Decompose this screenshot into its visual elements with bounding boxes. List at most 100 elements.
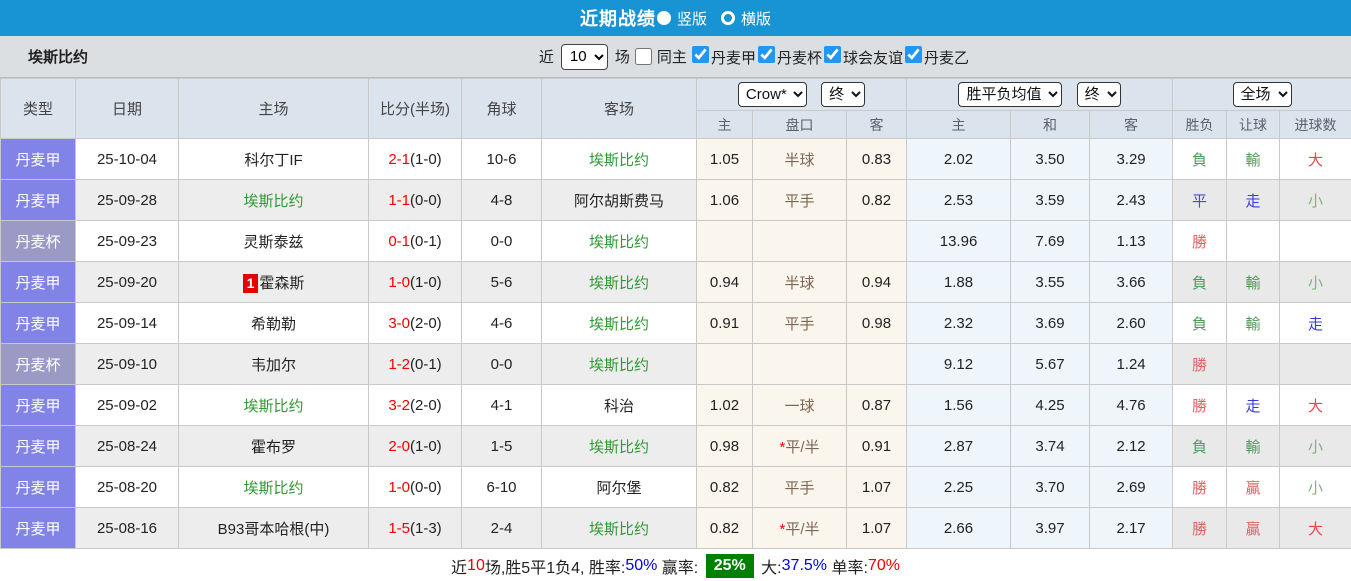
results-table: 类型 日期 主场 比分(半场) 角球 客场 Crow* 终 胜平负均值 终 全场 [0,78,1351,549]
handicap-result-cell: 走 [1226,384,1281,426]
league-type-cell: 丹麦甲 [0,425,76,467]
recent-label: 近 [538,49,554,66]
league-checkbox[interactable] [691,45,709,63]
summary-segment: 场,胜5平1负4, 胜率: [484,559,626,577]
summary-segment: 大: [756,559,782,577]
vertical-layout-label[interactable]: 竖版 [677,8,707,29]
halftime-score: (2-0) [410,396,442,414]
table-row: 丹麦甲 25-09-20 1 霍森斯 1-0(1-0) 5-6 埃斯比约 0.94… [0,261,1351,303]
odds-away-cell: 1.07 [845,507,908,549]
corner-cell: 4-6 [461,302,542,344]
avg-type-select[interactable]: 胜平负均值 [958,82,1063,107]
goals-result-cell: 大 [1279,384,1351,426]
handicap-text: 平手 [784,192,815,210]
avg-group-header: 胜平负均值 终 [906,78,1174,111]
home-team-name: 埃斯比约 [243,479,304,497]
recent-count-select[interactable]: 10 [560,43,608,70]
same-home-label: 同主 [656,49,687,66]
handicap-cell: 平手 [752,302,847,344]
halftime-score: (1-0) [410,150,442,168]
home-team-name: 埃斯比约 [243,192,304,210]
goals-result-cell: 小 [1279,425,1351,467]
header-date: 日期 [75,78,179,139]
fulltime-score: 3-0 [388,314,410,332]
league-type-cell: 丹麦甲 [0,466,76,508]
avg-away-cell: 1.13 [1089,220,1174,262]
table-row: 丹麦甲 25-08-20 埃斯比约 1-0(0-0) 6-10 阿尔堡 0.82… [0,466,1351,508]
corner-cell: 4-8 [461,179,542,221]
halftime-score: (1-0) [410,437,442,455]
avg-away-cell: 2.69 [1089,466,1174,508]
date-cell: 25-09-02 [75,384,179,426]
horizontal-layout-label[interactable]: 横版 [741,8,771,29]
home-team-cell: 霍布罗 [178,425,369,467]
fulltime-score: 1-0 [388,478,410,496]
vertical-layout-radio-selected[interactable] [656,11,671,25]
home-team-name: 霍布罗 [250,438,296,456]
corner-cell: 0-0 [461,220,542,262]
summary-segment: 赢率: [657,559,703,577]
summary-segment: 25% [705,553,754,578]
away-team-name: 埃斯比约 [588,315,649,333]
horizontal-layout-radio[interactable] [721,11,735,25]
odds-stage-select[interactable]: 终 [821,82,866,107]
avg-stage-select[interactable]: 终 [1076,82,1121,107]
halftime-score: (0-1) [410,355,442,373]
away-team-name: 埃斯比约 [588,520,649,538]
scope-select[interactable]: 全场 [1232,82,1292,107]
home-team-cell: 希勒勒 [178,302,369,344]
corner-cell: 10-6 [461,138,542,180]
odds-home-cell: 0.91 [696,302,753,344]
odds-away-cell: 0.98 [845,302,908,344]
home-team-cell: B93哥本哈根(中) [178,507,369,549]
away-team-cell: 科治 [541,384,697,426]
fulltime-score: 1-5 [388,519,410,537]
odds-away-cell [845,343,908,385]
home-team-cell: 埃斯比约 [178,466,369,508]
away-team-cell: 埃斯比约 [541,302,697,344]
bookmaker-select[interactable]: Crow* [737,82,807,107]
home-team-cell: 埃斯比约 [178,384,369,426]
away-team-name: 埃斯比约 [588,356,649,374]
score-cell: 0-1(0-1) [368,220,462,262]
summary-segment: 70% [867,556,900,574]
league-checkbox[interactable] [904,45,922,63]
avg-draw-cell: 3.69 [1010,302,1091,344]
page-title: 近期战绩 [579,9,656,29]
corner-cell: 2-4 [461,507,542,549]
home-team-name: B93哥本哈根(中) [217,520,330,538]
score-cell: 2-1(1-0) [368,138,462,180]
avg-away-cell: 2.17 [1089,507,1174,549]
handicap-cell: 半球 [752,138,847,180]
table-row: 丹麦甲 25-10-04 科尔丁IF 2-1(1-0) 10-6 埃斯比约 1.… [0,138,1351,180]
avg-away-cell: 4.76 [1089,384,1174,426]
handicap-text: 半球 [784,274,815,292]
odds-home-cell: 0.82 [696,507,753,549]
avg-home-cell: 2.87 [906,425,1012,467]
away-team-name: 阿尔胡斯费马 [573,192,664,210]
odds-home-cell [696,220,753,262]
home-team-cell: 灵斯泰兹 [178,220,369,262]
odds-away-cell: 1.07 [845,466,908,508]
away-team-cell: 阿尔胡斯费马 [541,179,697,221]
goals-result-cell [1279,220,1351,262]
subheader-result: 胜负 [1172,110,1228,139]
home-team-cell: 埃斯比约 [178,179,369,221]
handicap-cell: 半球 [752,261,847,303]
handicap-result-cell: 輸 [1226,302,1281,344]
league-checkbox[interactable] [823,45,841,63]
avg-draw-cell: 3.50 [1010,138,1091,180]
home-team-name: 埃斯比约 [243,397,304,415]
league-checkbox[interactable] [757,45,775,63]
away-team-cell: 埃斯比约 [541,425,697,467]
subheader-handicap-result: 让球 [1226,110,1281,139]
league-type-cell: 丹麦甲 [0,384,76,426]
same-home-checkbox[interactable] [634,48,652,65]
scope-group-header: 全场 [1172,78,1351,111]
header-away: 客场 [541,78,697,139]
avg-away-cell: 2.43 [1089,179,1174,221]
halftime-score: (0-1) [410,232,442,250]
league-checkbox-label: 丹麦杯 [776,49,822,67]
away-team-cell: 埃斯比约 [541,220,697,262]
handicap-cell [752,220,847,262]
